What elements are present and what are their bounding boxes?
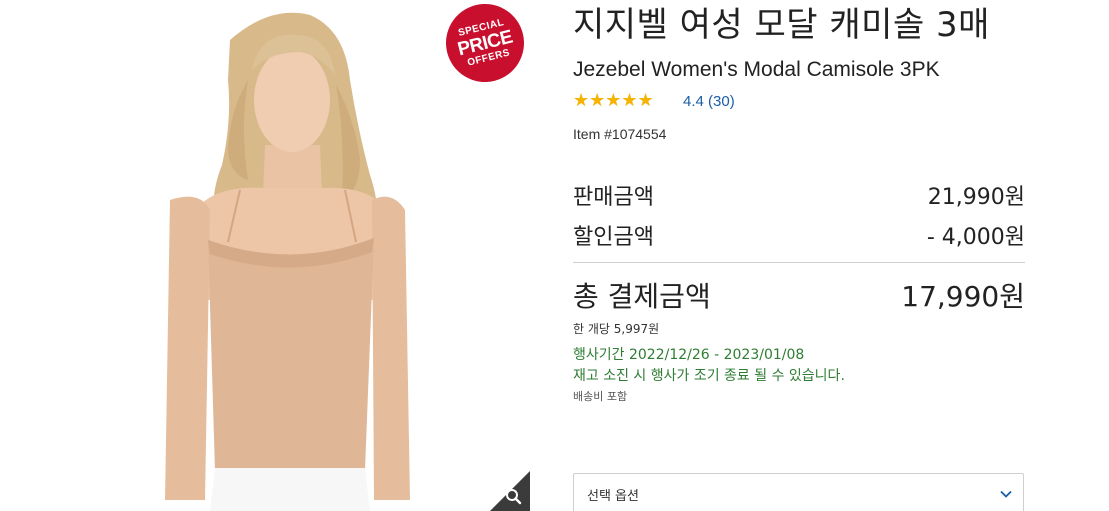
stars-filled: ★★★★★ (573, 92, 654, 110)
rating-stars: ★★★★★ ★★★★★ (573, 92, 669, 110)
option-select-placeholder: 선택 옵션 (587, 488, 639, 504)
rating[interactable]: ★★★★★ ★★★★★ 4.4 (30) (573, 92, 1025, 110)
magnifier-icon (490, 471, 530, 511)
sale-price-value: 21,990원 (927, 185, 1025, 210)
promo-info: 행사기간 2022/12/26 - 2023/01/08 재고 소진 시 행사가… (573, 345, 1025, 387)
price-divider (573, 262, 1025, 263)
product-title-english: Jezebel Women's Modal Camisole 3PK (573, 58, 940, 81)
total-price-value: 17,990원 (901, 280, 1025, 313)
discount-value: - 4,000원 (926, 225, 1025, 250)
promo-period: 행사기간 2022/12/26 - 2023/01/08 (573, 347, 805, 363)
total-price-label: 총 결제금액 (573, 280, 711, 313)
sale-price-label: 판매금액 (573, 185, 654, 210)
total-price-row: 총 결제금액 17,990원 (573, 275, 1025, 315)
rating-text[interactable]: 4.4 (30) (683, 93, 735, 110)
shipping-note: 배송비 포함 (573, 390, 628, 403)
chevron-down-icon (1000, 490, 1012, 498)
discount-label: 할인금액 (573, 225, 654, 250)
option-select[interactable]: 선택 옵션 (573, 473, 1024, 511)
product-info: 지지벨 여성 모달 캐미솔 3매 Jezebel Women's Modal C… (573, 0, 1025, 404)
product-title-korean: 지지벨 여성 모달 캐미솔 3매 (573, 5, 990, 45)
item-number: Item #1074554 (573, 126, 667, 142)
discount-row: 할인금액 - 4,000원 (573, 219, 1025, 251)
zoom-button[interactable] (490, 471, 530, 511)
promo-notice: 재고 소진 시 행사가 조기 종료 될 수 있습니다. (573, 368, 845, 384)
unit-price: 한 개당 5,997원 (573, 322, 660, 336)
sale-price-row: 판매금액 21,990원 (573, 179, 1025, 211)
